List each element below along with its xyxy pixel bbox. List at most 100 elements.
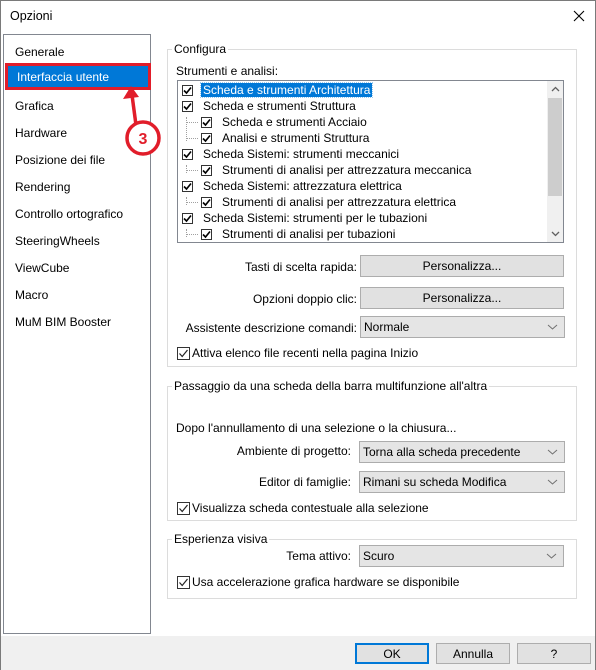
configura-legend: Configura: [172, 42, 229, 56]
checkmark-icon: [183, 86, 192, 94]
scroll-up-button[interactable]: [547, 81, 563, 97]
tooltip-assistant-select[interactable]: Normale: [360, 316, 565, 338]
chevron-down-icon: [547, 479, 558, 485]
checkmark-icon: [179, 349, 188, 357]
tree-item-label: Scheda e strumenti Acciaio: [222, 115, 367, 129]
project-env-select[interactable]: Torna alla scheda precedente: [359, 441, 565, 463]
close-button[interactable]: [569, 6, 589, 26]
tree-item[interactable]: Strumenti di analisi per attrezzatura el…: [201, 194, 458, 210]
tree-item-label: Scheda e strumenti Struttura: [203, 99, 356, 113]
nav-item-posizione-file[interactable]: Posizione dei file: [15, 153, 105, 167]
checkmark-icon: [202, 230, 211, 238]
tree-item-label: Scheda Sistemi: strumenti per le tubazio…: [203, 211, 428, 225]
visual-legend: Esperienza visiva: [172, 532, 270, 546]
tree-item-checkbox[interactable]: [201, 132, 212, 144]
chevron-down-icon: [547, 324, 558, 330]
checkbox-box: [177, 501, 190, 515]
chevron-down-icon: [551, 231, 559, 237]
cancel-button[interactable]: Annulla: [436, 643, 510, 664]
tree-item-checkbox[interactable]: [201, 164, 212, 176]
family-editor-select[interactable]: Rimani su scheda Modifica: [359, 471, 565, 493]
checkbox-box: [177, 575, 190, 589]
tree-item[interactable]: Scheda Sistemi: strumenti meccanici: [182, 146, 401, 162]
help-button[interactable]: ?: [517, 643, 591, 664]
checkbox-box: [177, 346, 190, 360]
tooltip-assistant-value: Normale: [364, 320, 410, 334]
tree-item-checkbox[interactable]: [182, 84, 193, 96]
nav-item-generale[interactable]: Generale: [15, 45, 64, 59]
hw-accel-label: Usa accelerazione grafica hardware se di…: [192, 575, 460, 589]
tree-item-label: Strumenti di analisi per attrezzatura el…: [222, 195, 457, 209]
tree-item-label: Scheda Sistemi: attrezzatura elettrica: [203, 179, 402, 193]
tree-item-label: Strumenti di analisi per tubazioni: [222, 227, 396, 241]
tree-item-checkbox[interactable]: [182, 212, 193, 224]
tree-item[interactable]: Scheda Sistemi: attrezzatura elettrica: [182, 178, 404, 194]
tree-item[interactable]: Analisi e strumenti Struttura: [201, 130, 371, 146]
after-deselect-label: Dopo l'annullamento di una selezione o l…: [176, 421, 457, 435]
nav-item-rendering[interactable]: Rendering: [15, 180, 70, 194]
checkmark-icon: [183, 182, 192, 190]
tools-tree: Scheda e strumenti Architettura Scheda e …: [177, 80, 564, 243]
nav-item-grafica[interactable]: Grafica: [15, 99, 54, 113]
project-env-value: Torna alla scheda precedente: [363, 445, 521, 459]
nav-item-macro[interactable]: Macro: [15, 288, 48, 302]
nav-item-steeringwheels[interactable]: SteeringWheels: [15, 234, 100, 248]
tree-item-checkbox[interactable]: [201, 116, 212, 128]
close-icon: [573, 10, 585, 22]
checkmark-icon: [202, 134, 211, 142]
tools-label: Strumenti e analisi:: [176, 64, 279, 78]
tree-item-checkbox[interactable]: [201, 228, 212, 240]
nav-item-viewcube[interactable]: ViewCube: [15, 261, 69, 275]
tree-item-label: Analisi e strumenti Struttura: [222, 131, 370, 145]
tooltip-assistant-label: Assistente descrizione comandi:: [185, 321, 357, 335]
shortcuts-customize-button[interactable]: Personalizza...: [360, 255, 564, 277]
tree-item[interactable]: Scheda e strumenti Architettura: [182, 82, 374, 98]
nav-item-controllo-ortografico[interactable]: Controllo ortografico: [15, 207, 123, 221]
chevron-down-icon: [547, 449, 558, 455]
tree-item-checkbox[interactable]: [182, 148, 193, 160]
tree-item[interactable]: Scheda Sistemi: strumenti per le tubazio…: [182, 210, 429, 226]
scroll-thumb[interactable]: [548, 98, 562, 196]
tree-item-label: Scheda e strumenti Architettura: [199, 82, 374, 98]
shortcuts-label: Tasti di scelta rapida:: [244, 260, 357, 274]
tree-item-label: Scheda Sistemi: strumenti meccanici: [203, 147, 400, 161]
checkmark-icon: [183, 150, 192, 158]
ribbon-legend: Passaggio da una scheda della barra mult…: [172, 379, 490, 393]
options-dialog: Opzioni Generale Interfaccia utente Graf…: [0, 0, 596, 670]
family-editor-value: Rimani su scheda Modifica: [363, 475, 507, 489]
scroll-down-button[interactable]: [547, 226, 563, 242]
dialog-footer: OK Annulla ?: [1, 636, 595, 670]
doubleclick-customize-button[interactable]: Personalizza...: [360, 287, 564, 309]
checkmark-icon: [202, 166, 211, 174]
hw-accel-checkbox[interactable]: Usa accelerazione grafica hardware se di…: [177, 575, 459, 589]
tree-item-checkbox[interactable]: [201, 196, 212, 208]
contextual-tab-label: Visualizza scheda contestuale alla selez…: [192, 501, 429, 515]
project-env-label: Ambiente di progetto:: [236, 444, 351, 458]
checkmark-icon: [179, 504, 188, 512]
tree-item[interactable]: Scheda e strumenti Acciaio: [201, 114, 369, 130]
ok-button[interactable]: OK: [355, 643, 429, 664]
nav-item-hardware[interactable]: Hardware: [15, 126, 67, 140]
theme-label: Tema attivo:: [286, 549, 351, 563]
nav-item-interfaccia-utente[interactable]: Interfaccia utente: [5, 63, 151, 90]
dialog-title: Opzioni: [10, 9, 53, 23]
options-nav-list: Generale Interfaccia utente Grafica Hard…: [3, 34, 151, 634]
tree-scrollbar[interactable]: [547, 81, 563, 242]
tree-item-checkbox[interactable]: [182, 180, 193, 192]
tree-item[interactable]: Strumenti di analisi per attrezzatura me…: [201, 162, 473, 178]
checkmark-icon: [183, 214, 192, 222]
family-editor-label: Editor di famiglie:: [258, 475, 351, 489]
tree-item-checkbox[interactable]: [182, 100, 193, 112]
recent-files-label: Attiva elenco file recenti nella pagina …: [192, 346, 419, 360]
chevron-down-icon: [546, 553, 557, 559]
contextual-tab-checkbox[interactable]: Visualizza scheda contestuale alla selez…: [177, 501, 429, 515]
checkmark-icon: [183, 102, 192, 110]
title-bar: Opzioni: [1, 1, 595, 31]
recent-files-checkbox[interactable]: Attiva elenco file recenti nella pagina …: [177, 346, 418, 360]
theme-select[interactable]: Scuro: [359, 545, 564, 567]
tree-item[interactable]: Strumenti di analisi per tubazioni: [201, 226, 397, 242]
tree-item[interactable]: Scheda e strumenti Struttura: [182, 98, 358, 114]
nav-item-mum-bim-booster[interactable]: MuM BIM Booster: [15, 315, 111, 329]
doubleclick-label: Opzioni doppio clic:: [252, 292, 357, 306]
checkmark-icon: [202, 198, 211, 206]
